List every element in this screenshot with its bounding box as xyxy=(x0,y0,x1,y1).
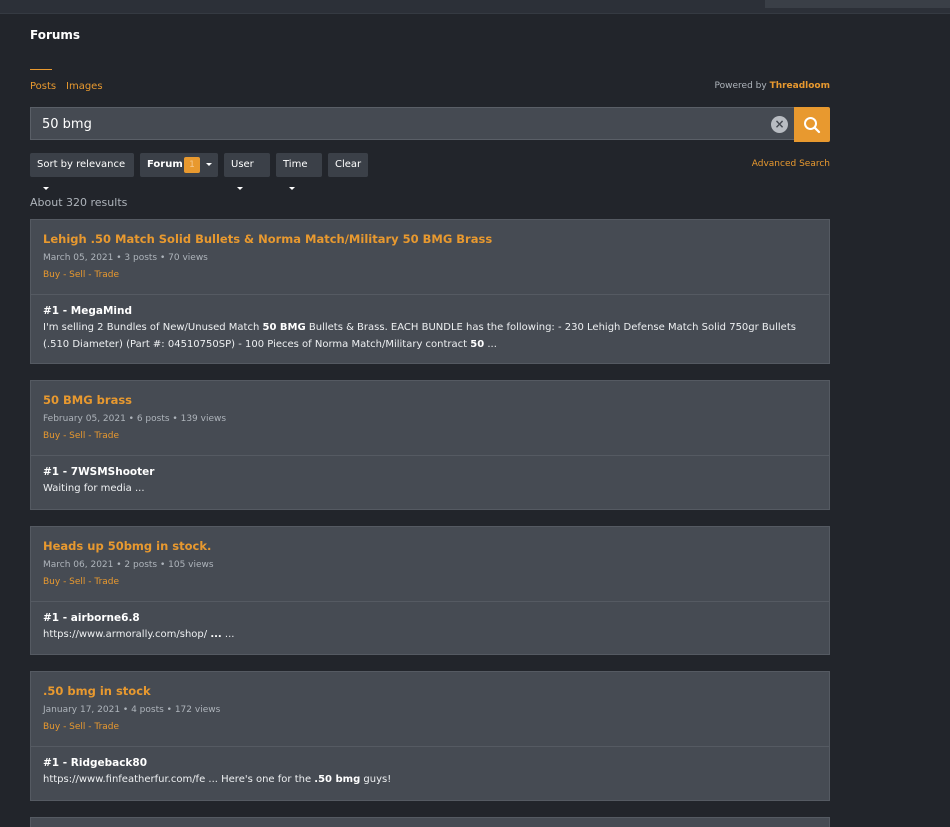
time-filter-dropdown[interactable]: Time xyxy=(276,153,322,190)
result-card-header: Lehigh .50 Match Solid Bullets & Norma M… xyxy=(31,220,829,295)
excerpt-highlight: .50 bmg xyxy=(314,774,361,785)
post-excerpt: https://www.armorally.com/shop/ ... ... xyxy=(43,626,817,643)
result-meta: February 05, 2021 • 6 posts • 139 views xyxy=(43,414,227,424)
excerpt-text: guys! xyxy=(360,774,392,785)
forum-filter-dropdown[interactable]: Forum 1 xyxy=(140,153,218,177)
result-card: .50 bmg in stock January 17, 2021 • 4 po… xyxy=(30,671,830,801)
excerpt-text: Waiting for media ... xyxy=(43,483,145,494)
sort-label: Sort by relevance xyxy=(37,159,126,170)
time-filter-label: Time xyxy=(283,159,308,170)
forum-filter-label: Forum xyxy=(147,159,183,170)
result-title-link[interactable]: 50 BMG brass xyxy=(43,393,817,407)
post-excerpt: https://www.finfeatherfur.com/fe ... Her… xyxy=(43,771,817,788)
result-tabs: Posts Images Powered by Threadloom xyxy=(30,69,830,93)
result-card xyxy=(30,817,830,827)
excerpt-text: https://www.armorally.com/shop/ xyxy=(43,629,211,640)
powered-by: Powered by Threadloom xyxy=(715,81,830,91)
excerpt-text: ... xyxy=(484,339,497,350)
result-category-link[interactable]: Buy - Sell - Trade xyxy=(43,270,817,280)
clear-filters-button[interactable]: Clear xyxy=(328,153,368,177)
result-category-link[interactable]: Buy - Sell - Trade xyxy=(43,722,817,732)
result-card-body: #1 - MegaMind I'm selling 2 Bundles of N… xyxy=(31,295,829,362)
powered-by-prefix: Powered by xyxy=(714,81,767,91)
post-author: #1 - Ridgeback80 xyxy=(43,757,148,769)
excerpt-text: https://www.finfeatherfur.com/fe ... Her… xyxy=(43,774,315,785)
result-card-header: .50 bmg in stock January 17, 2021 • 4 po… xyxy=(31,672,829,747)
result-meta: March 05, 2021 • 3 posts • 70 views xyxy=(43,253,208,263)
result-category-link[interactable]: Buy - Sell - Trade xyxy=(43,577,817,587)
chevron-down-icon xyxy=(206,163,212,166)
tab-posts[interactable]: Posts xyxy=(30,81,56,92)
chevron-down-icon xyxy=(237,186,243,190)
result-card: Lehigh .50 Match Solid Bullets & Norma M… xyxy=(30,219,830,364)
result-card: Heads up 50bmg in stock. March 06, 2021 … xyxy=(30,526,830,655)
post-author: #1 - airborne6.8 xyxy=(43,612,140,624)
result-card-body: #1 - Ridgeback80 https://www.finfeatherf… xyxy=(31,747,829,797)
active-tab-indicator xyxy=(30,69,52,70)
result-card: 50 BMG brass February 05, 2021 • 6 posts… xyxy=(30,380,830,510)
top-bar-segment[interactable] xyxy=(765,0,950,8)
result-card-body: #1 - airborne6.8 https://www.armorally.c… xyxy=(31,602,829,652)
search-bar: × xyxy=(30,107,830,142)
page-title: Forums xyxy=(30,28,81,42)
post-excerpt: I'm selling 2 Bundles of New/Unused Matc… xyxy=(43,319,817,353)
search-input[interactable] xyxy=(31,108,751,141)
excerpt-text: I'm selling 2 Bundles of New/Unused Matc… xyxy=(43,322,263,333)
top-navigation-bar xyxy=(0,0,950,14)
search-box: × xyxy=(30,107,794,141)
result-title-link[interactable]: Lehigh .50 Match Solid Bullets & Norma M… xyxy=(43,232,817,246)
powered-by-brand-link[interactable]: Threadloom xyxy=(770,81,830,91)
result-card-body: #1 - 7WSMShooter Waiting for media ... xyxy=(31,456,829,506)
tab-images[interactable]: Images xyxy=(66,81,103,92)
filter-bar: Sort by relevance Forum 1 User Time Clea… xyxy=(30,153,830,190)
result-meta: January 17, 2021 • 4 posts • 172 views xyxy=(43,705,221,715)
user-filter-label: User xyxy=(231,159,254,170)
result-count: About 320 results xyxy=(30,196,128,209)
sort-dropdown[interactable]: Sort by relevance xyxy=(30,153,134,190)
result-title-link[interactable]: .50 bmg in stock xyxy=(43,684,817,698)
chevron-down-icon xyxy=(43,186,49,190)
excerpt-highlight: 50 xyxy=(470,339,485,350)
advanced-search-link[interactable]: Advanced Search xyxy=(752,159,830,169)
post-excerpt: Waiting for media ... xyxy=(43,480,817,497)
excerpt-highlight: ... xyxy=(210,629,222,640)
close-icon[interactable]: × xyxy=(771,116,788,133)
result-card-header: Heads up 50bmg in stock. March 06, 2021 … xyxy=(31,527,829,602)
result-title-link[interactable]: Heads up 50bmg in stock. xyxy=(43,539,817,553)
search-icon xyxy=(804,116,821,133)
excerpt-highlight: 50 BMG xyxy=(262,322,306,333)
result-meta: March 06, 2021 • 2 posts • 105 views xyxy=(43,560,214,570)
post-author: #1 - 7WSMShooter xyxy=(43,466,155,478)
excerpt-text: ... xyxy=(221,629,235,640)
search-button[interactable] xyxy=(794,107,830,142)
user-filter-dropdown[interactable]: User xyxy=(224,153,270,190)
post-author: #1 - MegaMind xyxy=(43,305,132,317)
result-card-header: 50 BMG brass February 05, 2021 • 6 posts… xyxy=(31,381,829,456)
chevron-down-icon xyxy=(289,186,295,190)
result-category-link[interactable]: Buy - Sell - Trade xyxy=(43,431,817,441)
forum-count-badge: 1 xyxy=(184,157,200,173)
